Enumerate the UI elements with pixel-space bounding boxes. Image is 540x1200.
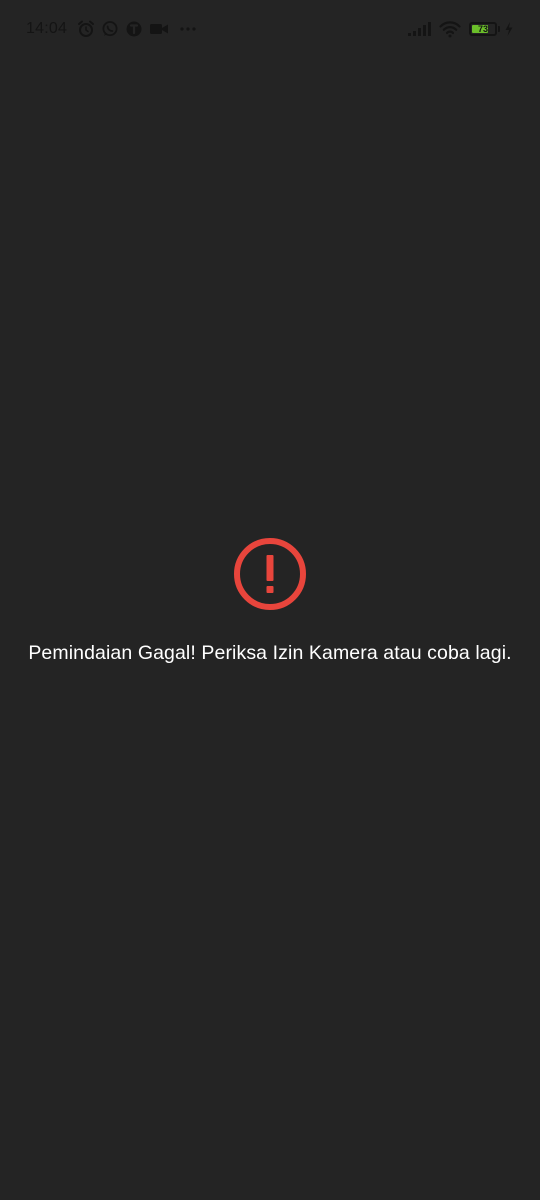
battery-level: 73 [477,23,488,34]
alarm-icon [77,20,95,38]
status-bar-left: 14:04 [26,18,197,40]
status-bar-right: 73 [399,18,514,40]
status-time: 14:04 [26,20,68,37]
error-panel: Pemindaian Gagal! Periksa Izin Kamera at… [0,536,540,665]
more-notifications-icon [179,20,197,38]
battery-cap [498,26,500,32]
error-message: Pemindaian Gagal! Periksa Izin Kamera at… [28,642,512,664]
signal-icon [407,21,431,37]
battery-body: 73 [469,22,497,36]
wifi-icon [439,20,461,38]
status-bar: 14:04 73 [0,0,540,56]
screen: 14:04 73 Pemindaian Gagal! Periksa Izin … [0,0,540,1200]
battery-icon: 73 [469,22,500,36]
error-icon [234,538,306,610]
video-camera-icon [149,20,169,38]
app-notification-icon [125,20,143,38]
whatsapp-icon [101,20,119,38]
charging-icon [504,21,514,37]
